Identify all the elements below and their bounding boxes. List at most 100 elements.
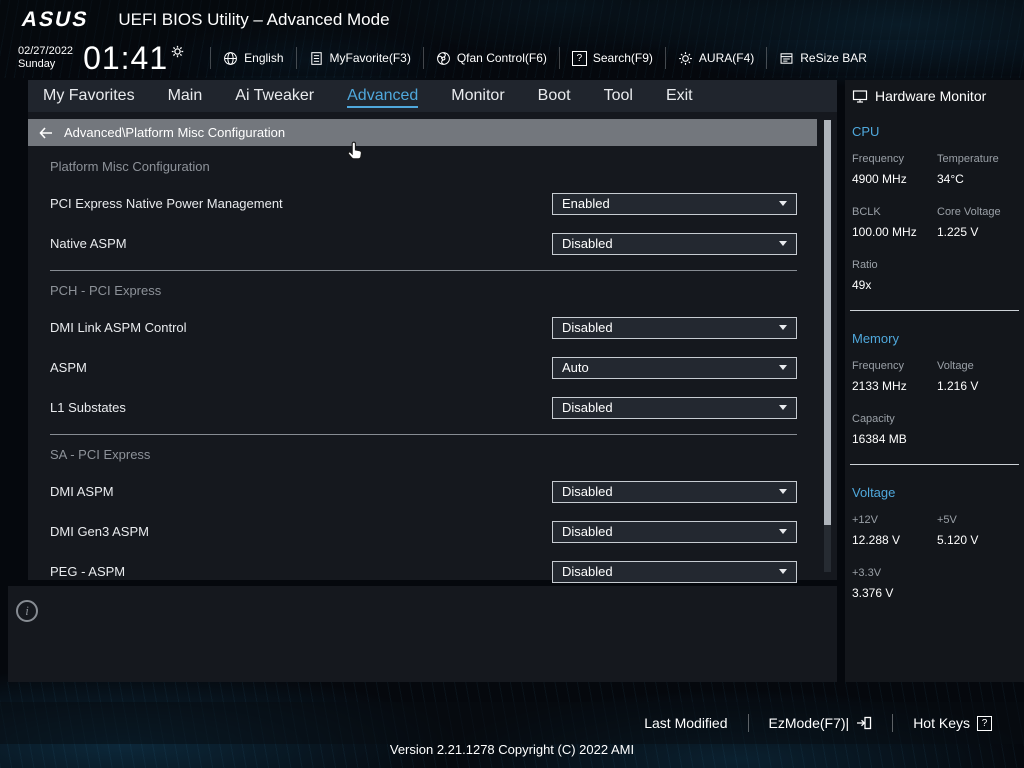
setting-row: DMI Gen3 ASPM Disabled: [50, 520, 797, 543]
mouse-cursor: [345, 140, 365, 167]
tab-boot[interactable]: Boot: [538, 80, 571, 112]
setting-row: ASPM Auto: [50, 356, 797, 379]
scrollbar-thumb[interactable]: [824, 120, 831, 525]
dropdown-value: Auto: [562, 360, 589, 375]
chevron-down-icon: [779, 529, 787, 534]
dropdown-aspm[interactable]: Auto: [552, 357, 797, 379]
myfavorite-button[interactable]: MyFavorite(F3): [296, 47, 423, 69]
hm-value: 3.376 V: [852, 586, 937, 600]
hm-value: 1.225 V: [937, 225, 1022, 239]
section-heading: PCH - PCI Express: [50, 283, 797, 299]
dropdown-native-aspm[interactable]: Disabled: [552, 233, 797, 255]
toolbar-bar: 02/27/2022 Sunday 01:41 English MyFavori…: [0, 40, 1024, 76]
hm-label: Frequency: [852, 153, 937, 165]
dropdown-pci-express-native-power-management[interactable]: Enabled: [552, 193, 797, 215]
myfavorite-icon: [309, 51, 324, 66]
settings-list: PCI Express Native Power Management Enab…: [50, 192, 797, 583]
dropdown-dmi-gen3-aspm[interactable]: Disabled: [552, 521, 797, 543]
hm-value: 4900 MHz: [852, 172, 937, 186]
globe-icon: [223, 51, 238, 66]
tab-tool[interactable]: Tool: [604, 80, 633, 112]
aura-button[interactable]: AURA(F4): [665, 47, 766, 69]
hotkeys-button[interactable]: Hot Keys ?: [893, 715, 1012, 731]
dropdown-l1-substates[interactable]: Disabled: [552, 397, 797, 419]
help-panel: i: [8, 586, 837, 682]
hm-label: Core Voltage: [937, 206, 1022, 218]
gear-icon[interactable]: [171, 45, 184, 58]
language-label: English: [244, 51, 283, 65]
hm-divider: [850, 464, 1019, 465]
resize-bar-label: ReSize BAR: [800, 51, 867, 65]
setting-row: L1 Substates Disabled: [50, 396, 797, 419]
breadcrumb: Advanced\Platform Misc Configuration: [28, 119, 817, 146]
myfavorite-label: MyFavorite(F3): [330, 51, 411, 65]
qfan-button[interactable]: Qfan Control(F6): [423, 47, 559, 69]
section-divider: [50, 434, 797, 435]
hm-voltage-title: Voltage: [852, 485, 1024, 500]
hm-row: Frequency 4900 MHz Temperature 34°C: [852, 153, 1024, 186]
setting-label: PCI Express Native Power Management: [50, 196, 283, 211]
setting-label: L1 Substates: [50, 400, 126, 415]
help-icon: ?: [977, 716, 992, 731]
language-button[interactable]: English: [210, 47, 295, 69]
hm-value: 12.288 V: [852, 533, 937, 547]
setting-label: Native ASPM: [50, 236, 127, 251]
ezmode-exit-icon: [856, 716, 872, 730]
dropdown-value: Disabled: [562, 400, 613, 415]
settings-panel: Advanced\Platform Misc Configuration Pla…: [28, 112, 837, 580]
chevron-down-icon: [779, 489, 787, 494]
hm-label: +5V: [937, 514, 1022, 526]
resize-bar-button[interactable]: ReSize BAR: [766, 47, 879, 69]
tab-monitor[interactable]: Monitor: [451, 80, 504, 112]
setting-row: DMI Link ASPM Control Disabled: [50, 316, 797, 339]
hm-row: +12V 12.288 V +5V 5.120 V: [852, 514, 1024, 547]
tab-advanced[interactable]: Advanced: [347, 80, 418, 112]
chevron-down-icon: [779, 325, 787, 330]
chevron-down-icon: [779, 365, 787, 370]
dropdown-dmi-aspm[interactable]: Disabled: [552, 481, 797, 503]
hm-label: Ratio: [852, 259, 937, 271]
hm-value: 34°C: [937, 172, 1022, 186]
setting-row: PEG - ASPM Disabled: [50, 560, 797, 583]
back-button[interactable]: [28, 127, 64, 139]
setting-label: PEG - ASPM: [50, 564, 125, 579]
dropdown-value: Enabled: [562, 196, 610, 211]
search-button[interactable]: ? Search(F9): [559, 47, 665, 69]
setting-row: PCI Express Native Power Management Enab…: [50, 192, 797, 215]
hm-label: +3.3V: [852, 567, 937, 579]
app-title: UEFI BIOS Utility – Advanced Mode: [118, 10, 389, 30]
setting-row: DMI ASPM Disabled: [50, 480, 797, 503]
aura-icon: [678, 51, 693, 66]
setting-label: DMI ASPM: [50, 484, 114, 499]
main-menu-bar: My Favorites Main Ai Tweaker Advanced Mo…: [28, 80, 837, 112]
tab-my-favorites[interactable]: My Favorites: [43, 80, 135, 112]
dropdown-peg-aspm[interactable]: Disabled: [552, 561, 797, 583]
ezmode-label: EzMode(F7)|: [769, 715, 850, 731]
hm-label: Temperature: [937, 153, 1022, 165]
tab-exit[interactable]: Exit: [666, 80, 693, 112]
monitor-icon: [852, 89, 868, 104]
hm-row: Ratio 49x: [852, 259, 1024, 292]
dropdown-dmi-link-aspm-control[interactable]: Disabled: [552, 317, 797, 339]
hm-row: +3.3V 3.376 V: [852, 567, 1024, 600]
hardware-monitor-header: Hardware Monitor: [852, 88, 1024, 104]
hm-value: 2133 MHz: [852, 379, 937, 393]
hardware-monitor-panel: Hardware Monitor CPU Frequency 4900 MHz …: [845, 80, 1024, 682]
hm-value: 49x: [852, 278, 937, 292]
hm-row: Frequency 2133 MHz Voltage 1.216 V: [852, 360, 1024, 393]
section-divider: [50, 270, 797, 271]
hm-memory-title: Memory: [852, 331, 1024, 346]
last-modified-button[interactable]: Last Modified: [624, 715, 747, 731]
hm-label: Capacity: [852, 413, 937, 425]
hm-label: Frequency: [852, 360, 937, 372]
hotkeys-label: Hot Keys: [913, 715, 970, 731]
scrollbar-track[interactable]: [824, 120, 831, 572]
chevron-down-icon: [779, 569, 787, 574]
ezmode-button[interactable]: EzMode(F7)|: [749, 715, 893, 731]
tab-ai-tweaker[interactable]: Ai Tweaker: [235, 80, 314, 112]
section-heading: SA - PCI Express: [50, 447, 797, 463]
hm-row: BCLK 100.00 MHz Core Voltage 1.225 V: [852, 206, 1024, 239]
tab-main[interactable]: Main: [168, 80, 203, 112]
hm-row: Capacity 16384 MB: [852, 413, 1024, 446]
toolbar-items: English MyFavorite(F3) Qfan Control(F6) …: [210, 46, 879, 70]
